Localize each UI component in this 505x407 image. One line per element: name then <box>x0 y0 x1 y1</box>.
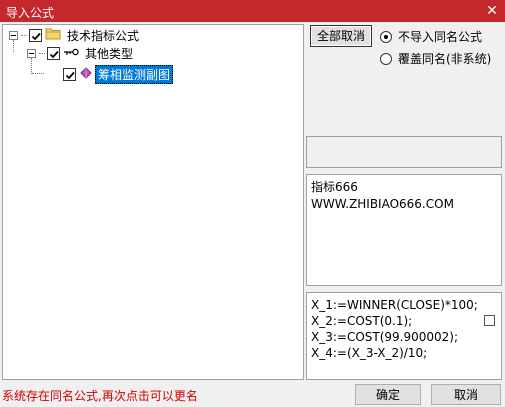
collapse-toggle[interactable] <box>27 48 36 58</box>
code-line: X_2:=COST(0.1); <box>311 314 413 328</box>
tree-node-root[interactable]: 技术指标公式 <box>9 26 141 44</box>
radio-no-import[interactable] <box>380 30 392 43</box>
tree-connector <box>32 73 44 74</box>
close-button[interactable]: ✕ <box>484 3 500 19</box>
formula-code-box[interactable]: X_1:=WINNER(CLOSE)*100; X_2:=COST(0.1); … <box>306 292 502 380</box>
code-line: X_1:=WINNER(CLOSE)*100; <box>311 298 478 312</box>
window-title: 导入公式 <box>6 6 55 20</box>
title-bar: 导入公式 ✕ <box>0 0 505 22</box>
tree-node-child[interactable]: 其他类型 <box>27 44 135 62</box>
radio-overwrite[interactable] <box>380 52 392 65</box>
key-icon <box>63 46 79 60</box>
option-overwrite-label: 覆盖同名(非系统) <box>398 52 492 66</box>
tree-connector <box>21 34 27 36</box>
root-checkbox[interactable] <box>29 28 42 42</box>
code-checkbox[interactable] <box>484 315 495 326</box>
info-line: 指标666 <box>311 180 358 194</box>
ok-button[interactable]: 确定 <box>355 384 421 405</box>
option-no-import[interactable]: 不导入同名公式 <box>380 28 482 45</box>
info-line: WWW.ZHIBIAO666.COM <box>311 197 454 211</box>
cancel-all-button[interactable]: 全部取消 <box>310 25 372 47</box>
status-message: 系统存在同名公式,再次点击可以更名 <box>2 389 198 403</box>
formula-tree[interactable]: 技术指标公式 其他类型 筹相监测副图 <box>2 24 304 380</box>
tree-node-leaf[interactable]: 筹相监测副图 <box>63 64 174 84</box>
formula-gem-icon <box>79 66 93 82</box>
child-checkbox[interactable] <box>47 46 60 60</box>
code-line: X_3:=COST(99.900002); <box>311 330 459 344</box>
option-no-import-label: 不导入同名公式 <box>398 30 483 44</box>
collapse-toggle[interactable] <box>9 30 18 40</box>
tree-root-label[interactable]: 技术指标公式 <box>65 27 141 44</box>
option-overwrite[interactable]: 覆盖同名(非系统) <box>380 50 491 67</box>
code-line: X_4:=(X_3-X_2)/10; <box>311 346 428 360</box>
leaf-checkbox[interactable] <box>63 67 76 81</box>
folder-icon <box>45 27 61 43</box>
formula-info-box: 指标666 WWW.ZHIBIAO666.COM <box>306 174 502 286</box>
tree-leaf-label[interactable]: 筹相监测副图 <box>95 64 174 84</box>
tree-connector <box>39 52 45 54</box>
blank-panel <box>306 136 502 168</box>
cancel-button[interactable]: 取消 <box>431 384 501 405</box>
tree-child-label[interactable]: 其他类型 <box>83 45 135 62</box>
